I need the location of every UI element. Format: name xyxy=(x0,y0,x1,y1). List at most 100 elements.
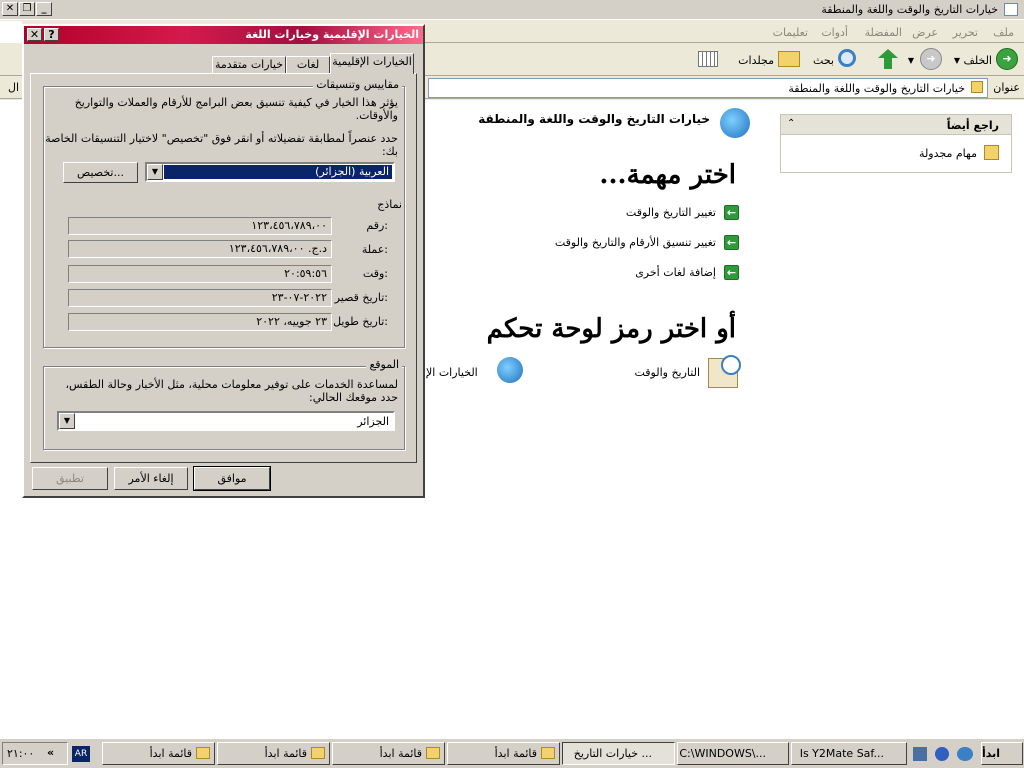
start-button[interactable]: ابدأ xyxy=(981,742,1023,765)
address-left-fragment: ال xyxy=(8,81,20,94)
address-label: عنوان xyxy=(993,81,1020,94)
sample-label-time: وقت: xyxy=(362,267,388,280)
dialog-title-bar: الخيارات الإقليمية وخيارات اللغة ✕ ? xyxy=(24,26,423,44)
folders-icon[interactable] xyxy=(778,51,800,67)
search-button[interactable]: بحث xyxy=(813,54,834,67)
taskbar-button-start-menu[interactable]: قائمة ابدأ xyxy=(217,742,330,765)
icon-label-regional-options[interactable]: الخيارات الإ xyxy=(426,366,478,379)
location-select[interactable]: ▼ الجزائر xyxy=(57,411,395,431)
scheduled-tasks-icon xyxy=(984,145,999,160)
menu-favorites[interactable]: المفضلة xyxy=(865,26,902,39)
task-arrow-icon: ← xyxy=(724,235,739,250)
see-also-item-scheduled-tasks[interactable]: مهام مجدولة xyxy=(919,147,977,160)
views-icon[interactable] xyxy=(698,51,718,67)
sample-value-short-date: ٢٠٢٢-٠٧-٢٣ xyxy=(68,289,332,307)
tray-expand-icon[interactable]: « xyxy=(47,746,54,759)
dialog-help-icon[interactable]: ? xyxy=(44,28,59,41)
see-also-panel: راجع أيضاً ⌃ مهام مجدولة xyxy=(780,114,1012,173)
back-dropdown-icon[interactable]: ▼ xyxy=(954,56,960,65)
standards-description: يؤثر هذا الخيار في كيفية تنسيق بعض البرا… xyxy=(74,96,398,122)
regional-options-dialog: الخيارات الإقليمية وخيارات اللغة ✕ ? الخ… xyxy=(22,24,425,498)
tab-languages[interactable]: لغات xyxy=(286,56,330,74)
up-folder-icon[interactable] xyxy=(878,49,898,69)
format-select[interactable]: ▼ العربية (الجزائر) xyxy=(145,162,395,182)
menu-edit[interactable]: تحرير xyxy=(953,26,978,39)
task-change-number-format[interactable]: تغيير تنسيق الأرقام والتاريخ والوقت xyxy=(555,236,716,249)
language-indicator[interactable]: AR xyxy=(72,746,90,762)
see-also-title: راجع أيضاً xyxy=(946,119,999,132)
sample-value-time: ٢٠:٥٩:٥٦ xyxy=(68,265,332,283)
clock[interactable]: ٢١:٠٠ xyxy=(7,747,34,760)
forward-dropdown-icon[interactable]: ▼ xyxy=(908,56,914,65)
address-value: خيارات التاريخ والوقت واللغة والمنطقة xyxy=(788,82,965,95)
sample-value-long-date: ٢٣ جوييه، ٢٠٢٢ xyxy=(68,313,332,331)
taskbar-button-start-menu[interactable]: قائمة ابدأ xyxy=(332,742,445,765)
task-arrow-icon: ← xyxy=(724,265,739,280)
folders-button[interactable]: مجلدات xyxy=(738,54,774,67)
control-panel-icon xyxy=(1004,3,1018,16)
chevron-down-icon[interactable]: ▼ xyxy=(147,164,163,180)
windows-logo-icon xyxy=(0,21,22,43)
dialog-title: الخيارات الإقليمية وخيارات اللغة xyxy=(245,28,419,41)
location-description: لمساعدة الخدمات على توفير معلومات محلية،… xyxy=(65,378,398,404)
format-select-value: العربية (الجزائر) xyxy=(164,165,392,179)
tab-advanced[interactable]: خيارات متقدمة xyxy=(212,56,286,74)
menu-file[interactable]: ملف xyxy=(993,26,1014,39)
sample-label-number: رقم: xyxy=(366,219,388,232)
control-panel-icon xyxy=(971,81,983,93)
taskbar-button-cmd[interactable]: C:\WINDOWS\... xyxy=(677,742,789,765)
restore-icon[interactable]: ❐ xyxy=(19,2,35,16)
see-also-header[interactable]: راجع أيضاً ⌃ xyxy=(781,115,1011,135)
sample-label-long-date: تاريخ طويل: xyxy=(333,315,388,328)
task-add-languages[interactable]: إضافة لغات أخرى xyxy=(635,266,716,279)
customize-button[interactable]: تخصيص... xyxy=(63,162,138,183)
back-button[interactable]: الخلف xyxy=(963,54,992,67)
task-change-date-time[interactable]: تغيير التاريخ والوقت xyxy=(626,206,716,219)
sample-label-short-date: تاريخ قصير: xyxy=(334,291,388,304)
search-icon[interactable] xyxy=(838,49,856,67)
window-title-bar: ✕ ❐ _ خيارات التاريخ والوقت واللغة والمن… xyxy=(0,0,1024,20)
apply-button[interactable]: تطبيق xyxy=(32,467,108,490)
menu-help[interactable]: تعليمات xyxy=(773,26,808,39)
media-player-icon[interactable] xyxy=(935,747,949,761)
location-select-value: الجزائر xyxy=(357,415,389,428)
tab-panel: مقاييس وتنسيقات يؤثر هذا الخيار في كيفية… xyxy=(30,73,417,463)
taskbar-button-y2mate[interactable]: Is Y2Mate Saf... xyxy=(791,742,907,765)
desktop-icon[interactable] xyxy=(913,747,927,761)
taskbar-button-date-time-options[interactable]: خيارات التاريخ ... xyxy=(562,742,675,765)
tab-regional-options[interactable]: الخيارات الإقليمية xyxy=(330,53,414,74)
pick-icon-heading: أو اختر رمز لوحة تحكم xyxy=(486,314,736,344)
sample-value-currency: د.ج. ١٢٣،٤٥٦،٧٨٩،٠٠ xyxy=(68,240,332,258)
system-tray: ٢١:٠٠ « xyxy=(2,742,68,765)
category-title: خيارات التاريخ والوقت واللغة والمنطقة xyxy=(478,112,710,126)
close-icon[interactable]: ✕ xyxy=(2,2,18,16)
forward-arrow-icon[interactable]: ➜ xyxy=(920,48,942,70)
select-description: حدد عنصراً لمطابقة تفضيلاته أو انقر فوق … xyxy=(45,132,398,158)
sample-value-number: ١٢٣،٤٥٦،٧٨٩،٠٠ xyxy=(68,217,332,235)
task-arrow-icon: ← xyxy=(724,205,739,220)
menu-tools[interactable]: أدوات xyxy=(821,26,848,39)
chevron-down-icon[interactable]: ▼ xyxy=(59,413,75,429)
minimize-icon[interactable]: _ xyxy=(36,2,52,16)
back-arrow-icon[interactable]: ➜ xyxy=(996,48,1018,70)
window-title: خيارات التاريخ والوقت واللغة والمنطقة xyxy=(821,3,998,16)
taskbar-button-start-menu[interactable]: قائمة ابدأ xyxy=(447,742,560,765)
address-field[interactable]: خيارات التاريخ والوقت واللغة والمنطقة xyxy=(428,78,988,98)
standards-group-label: مقاييس وتنسيقات xyxy=(313,78,402,91)
samples-label: نماذج xyxy=(377,198,402,211)
collapse-chevron-icon[interactable]: ⌃ xyxy=(787,118,795,129)
menu-view[interactable]: عرض xyxy=(912,26,938,39)
sample-label-currency: عملة: xyxy=(361,243,388,256)
icon-label-date-time[interactable]: التاريخ والوقت xyxy=(634,366,700,379)
ok-button[interactable]: موافق xyxy=(193,466,271,491)
regional-options-globe-icon[interactable] xyxy=(497,357,523,383)
globe-icon xyxy=(720,108,750,138)
cancel-button[interactable]: إلغاء الأمر xyxy=(114,467,188,490)
taskbar: ابدأ Is Y2Mate Saf... C:\WINDOWS\... خيا… xyxy=(0,738,1024,768)
location-group-label: الموقع xyxy=(366,358,402,371)
browser-icon[interactable] xyxy=(957,747,973,761)
dialog-close-icon[interactable]: ✕ xyxy=(27,28,42,41)
taskbar-button-start-menu[interactable]: قائمة ابدأ xyxy=(102,742,215,765)
date-time-icon[interactable] xyxy=(708,355,741,388)
pick-task-heading: اختر مهمة... xyxy=(599,160,736,190)
